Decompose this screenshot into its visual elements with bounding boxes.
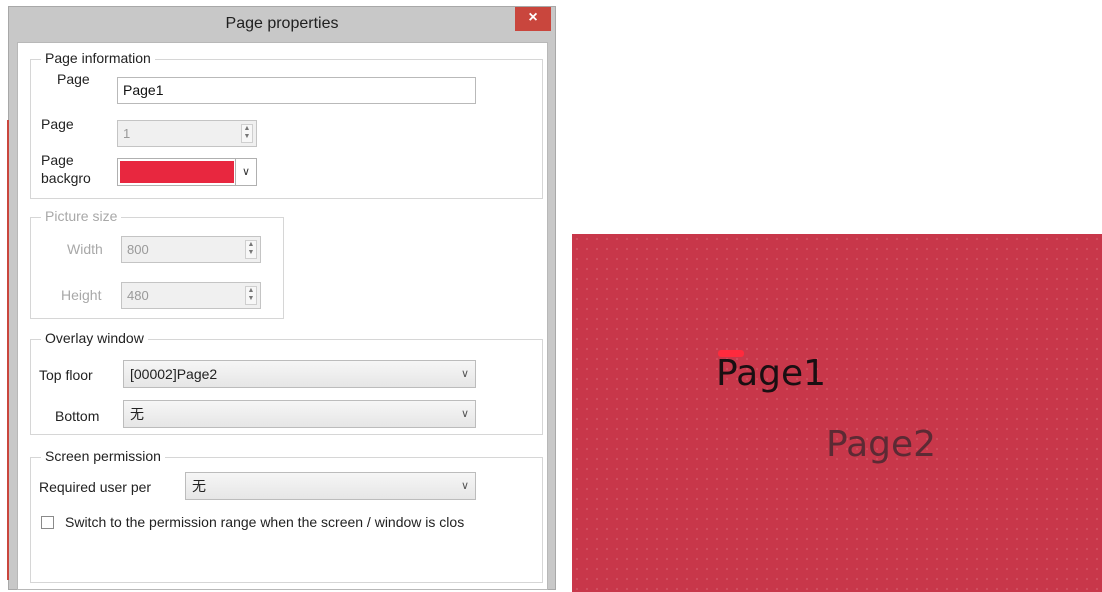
- page-name-label: Page: [57, 71, 90, 87]
- page-number-value: 1: [123, 126, 131, 141]
- page-information-legend: Page information: [41, 50, 155, 66]
- height-value: 480: [127, 288, 149, 303]
- bottom-value: 无: [130, 406, 144, 422]
- page1-text: Page1: [716, 353, 827, 394]
- switch-permission-label[interactable]: Switch to the permission range when the …: [65, 513, 464, 531]
- chevron-down-icon: ∨: [460, 408, 469, 420]
- title-bar[interactable]: Page properties ×: [9, 7, 555, 41]
- page-properties-dialog: Page properties × Page information Page …: [8, 6, 556, 590]
- switch-permission-checkbox[interactable]: [41, 516, 54, 529]
- page-background-label-line2: backgro: [41, 170, 91, 186]
- overlay-window-legend: Overlay window: [41, 330, 148, 346]
- width-spinbox[interactable]: 800 ▲ ▼: [121, 236, 261, 263]
- overlay-window-group: Overlay window Top floor [00002]Page2 ∨ …: [30, 330, 543, 435]
- chevron-down-icon[interactable]: ∨: [235, 159, 256, 185]
- close-button[interactable]: ×: [515, 7, 551, 31]
- height-label: Height: [61, 287, 102, 303]
- page-number-label: Page: [41, 116, 74, 132]
- top-floor-select[interactable]: [00002]Page2 ∨: [123, 360, 476, 388]
- picture-size-legend: Picture size: [41, 208, 122, 224]
- dialog-title: Page properties: [225, 15, 339, 32]
- top-floor-label: Top floor: [39, 367, 93, 383]
- page-background-label: Page backgro: [41, 151, 91, 187]
- screen-permission-group: Screen permission Required user per 无 ∨ …: [30, 448, 543, 583]
- background-color-swatch: [120, 161, 234, 183]
- page2-text: Page2: [826, 424, 937, 465]
- spin-arrows-icon[interactable]: ▲ ▼: [241, 124, 253, 143]
- required-user-permission-label: Required user per: [39, 479, 152, 495]
- chevron-down-icon: ∨: [460, 368, 469, 380]
- page-information-group: Page information Page Page1 Page 1 ▲ ▼ Pa…: [30, 50, 543, 199]
- spin-arrows-icon[interactable]: ▲ ▼: [245, 240, 257, 259]
- page-preview-canvas: Page1 Page2: [572, 234, 1102, 592]
- height-spinbox[interactable]: 480 ▲ ▼: [121, 282, 261, 309]
- page-background-label-line1: Page: [41, 152, 74, 168]
- dialog-client-area: Page information Page Page1 Page 1 ▲ ▼ Pa…: [17, 42, 548, 590]
- width-value: 800: [127, 242, 149, 257]
- required-user-permission-value: 无: [192, 478, 206, 494]
- page-background-color-picker[interactable]: ∨: [117, 158, 257, 186]
- page-number-spinbox[interactable]: 1 ▲ ▼: [117, 120, 257, 147]
- chevron-down-icon: ∨: [460, 480, 469, 492]
- bottom-select[interactable]: 无 ∨: [123, 400, 476, 428]
- bottom-label: Bottom: [55, 408, 100, 424]
- required-user-permission-select[interactable]: 无 ∨: [185, 472, 476, 500]
- window-edge-accent: [7, 120, 9, 580]
- close-icon: ×: [528, 9, 538, 26]
- top-floor-value: [00002]Page2: [130, 366, 218, 382]
- picture-size-group: Picture size Width 800 ▲ ▼ Height 480 ▲ ▼: [30, 208, 284, 319]
- page-name-input[interactable]: Page1: [117, 77, 476, 104]
- spin-arrows-icon[interactable]: ▲ ▼: [245, 286, 257, 305]
- screen-permission-legend: Screen permission: [41, 448, 165, 464]
- width-label: Width: [67, 241, 103, 257]
